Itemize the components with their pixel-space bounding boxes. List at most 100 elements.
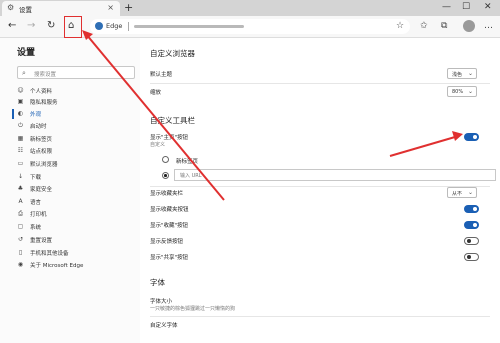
sidebar-item-reset[interactable]: ↺ 重置设置 <box>17 235 137 245</box>
toggle-knob <box>467 239 471 243</box>
sidebar-item-label: 打印机 <box>30 212 47 218</box>
sidebar-item-label: 关于 Microsoft Edge <box>30 263 84 269</box>
radio-newtab-label: 新标签页 <box>176 158 199 165</box>
minimize-icon[interactable]: — <box>442 1 451 13</box>
close-window-icon[interactable]: ✕ <box>484 1 492 13</box>
sidebar-item-default-browser[interactable]: ▭ 默认浏览器 <box>17 159 137 169</box>
favorites-icon[interactable]: ✩ <box>420 19 428 33</box>
download-icon: ↓ <box>17 173 24 180</box>
address-separator <box>128 22 129 31</box>
avatar[interactable] <box>463 20 475 32</box>
forward-icon[interactable]: → <box>27 19 35 33</box>
sidebar-item-label: 外观 <box>30 112 42 118</box>
more-icon[interactable]: … <box>484 19 493 33</box>
collections-icon[interactable]: ⧉ <box>441 19 447 33</box>
favorites-button-toggle[interactable] <box>464 205 479 213</box>
refresh-icon[interactable]: ↻ <box>47 19 55 33</box>
share-button-label: 显示"共享"按钮 <box>150 255 189 261</box>
divider <box>150 316 490 317</box>
sidebar-item-label: 系统 <box>30 225 42 231</box>
settings-sidebar: 设置 ⌕ 搜索设置 ☺ 个人资料 ▣ 隐私和服务 ◐ 外观 ⏻ 启动时 ▦ 新标… <box>0 38 140 343</box>
sidebar-item-label: 下载 <box>30 175 42 181</box>
browser-icon: ▭ <box>17 160 24 167</box>
sidebar-item-about[interactable]: ◉ 关于 Microsoft Edge <box>17 260 137 270</box>
zoom-dropdown[interactable]: 80% ⌄ <box>447 86 477 97</box>
sidebar-item-language[interactable]: A 语言 <box>17 197 137 207</box>
sidebar-item-newtab[interactable]: ▦ 新标签页 <box>17 134 137 144</box>
person-icon: ☺ <box>17 87 24 94</box>
feedback-button-toggle[interactable] <box>464 237 479 245</box>
family-icon: ♣ <box>17 185 24 192</box>
sidebar-item-label: 手机和其他设备 <box>30 251 69 257</box>
url-placeholder: 输入 URL <box>180 173 202 179</box>
zoom-value: 80% <box>452 89 464 95</box>
permissions-icon: ☷ <box>17 147 24 154</box>
chevron-down-icon: ⌄ <box>467 88 473 95</box>
collections-button-label: 显示"收藏"按钮 <box>150 223 189 229</box>
search-input[interactable]: ⌕ 搜索设置 <box>17 66 135 79</box>
favorites-bar-value: 从不 <box>452 191 463 197</box>
sidebar-item-family[interactable]: ♣ 家庭安全 <box>17 184 137 194</box>
chevron-down-icon: ⌄ <box>467 70 473 77</box>
address-bar-row: ← → ↻ ⌂ Edge ☆ ✩ ⧉ … <box>0 16 500 38</box>
new-tab-button[interactable]: + <box>124 1 133 14</box>
newtab-icon: ▦ <box>17 135 24 142</box>
section-heading-custom-browser: 自定义浏览器 <box>150 49 195 58</box>
star-icon[interactable]: ☆ <box>396 19 404 33</box>
theme-label: 默认主题 <box>150 72 173 78</box>
radio-newtab[interactable] <box>162 156 169 163</box>
sidebar-item-appearance[interactable]: ◐ 外观 <box>12 109 137 119</box>
divider <box>150 83 490 84</box>
sidebar-item-system[interactable]: ▢ 系统 <box>17 222 137 232</box>
gear-icon: ⚙ <box>7 3 15 12</box>
sidebar-item-label: 新标签页 <box>30 137 53 143</box>
home-button-toggle[interactable] <box>464 133 479 141</box>
sidebar-item-downloads[interactable]: ↓ 下载 <box>17 172 137 182</box>
back-icon[interactable]: ← <box>8 19 16 33</box>
divider <box>150 186 490 187</box>
sidebar-title: 设置 <box>17 48 36 58</box>
chevron-down-icon: ⌄ <box>467 189 473 196</box>
settings-content: 自定义浏览器 默认主题 浅色 ⌄ 缩放 80% ⌄ 自定义工具栏 显示"主页"按… <box>140 38 500 343</box>
font-size-label: 字体大小 <box>150 299 173 305</box>
theme-dropdown[interactable]: 浅色 ⌄ <box>447 68 477 79</box>
favorites-bar-dropdown[interactable]: 从不 ⌄ <box>447 187 477 198</box>
sidebar-item-profile[interactable]: ☺ 个人资料 <box>17 86 137 96</box>
home-button-sublabel: 自定义 <box>150 142 166 148</box>
share-button-toggle[interactable] <box>464 253 479 261</box>
reset-icon: ↺ <box>17 236 24 243</box>
favorites-bar-label: 显示收藏夹栏 <box>150 191 184 197</box>
address-field[interactable]: Edge <box>90 19 410 34</box>
address-brand: Edge <box>106 22 123 30</box>
search-placeholder: 搜索设置 <box>34 71 57 78</box>
sidebar-item-startup[interactable]: ⏻ 启动时 <box>17 121 137 131</box>
custom-fonts-label[interactable]: 自定义字体 <box>150 321 178 329</box>
sidebar-item-label: 个人资料 <box>30 89 53 95</box>
section-heading-custom-toolbar: 自定义工具栏 <box>150 116 195 125</box>
close-icon[interactable]: × <box>107 3 114 12</box>
tab-title: 设置 <box>19 6 32 14</box>
edge-icon: ◉ <box>17 261 24 268</box>
feedback-button-label: 显示反馈按钮 <box>150 239 184 245</box>
power-icon: ⏻ <box>18 122 23 129</box>
home-button-highlight <box>64 16 82 38</box>
maximize-icon[interactable]: ☐ <box>462 1 470 13</box>
language-icon: A <box>18 198 23 205</box>
collections-button-toggle[interactable] <box>464 221 479 229</box>
home-button-label: 显示"主页"按钮 <box>150 135 189 141</box>
toggle-knob <box>473 223 477 227</box>
sidebar-item-permissions[interactable]: ☷ 站点权限 <box>17 146 137 156</box>
sidebar-item-privacy[interactable]: ▣ 隐私和服务 <box>17 97 137 107</box>
toggle-knob <box>473 135 477 139</box>
radio-custom-url[interactable] <box>162 172 169 179</box>
home-url-input[interactable]: 输入 URL <box>174 169 496 181</box>
tab-settings[interactable]: ⚙ 设置 × <box>2 1 120 16</box>
address-url-redacted <box>134 25 244 28</box>
tab-strip: ⚙ 设置 × + — ☐ ✕ <box>0 0 500 16</box>
section-heading-fonts: 字体 <box>150 278 165 287</box>
sidebar-item-printers[interactable]: ⎙ 打印机 <box>17 209 137 219</box>
sidebar-item-phone[interactable]: ▯ 手机和其他设备 <box>17 248 137 258</box>
printer-icon: ⎙ <box>18 210 23 217</box>
sidebar-item-label: 语言 <box>30 200 42 206</box>
font-preview-text: 一只敏捷的棕色狐狸跳过一只懒惰的狗 <box>150 306 236 312</box>
